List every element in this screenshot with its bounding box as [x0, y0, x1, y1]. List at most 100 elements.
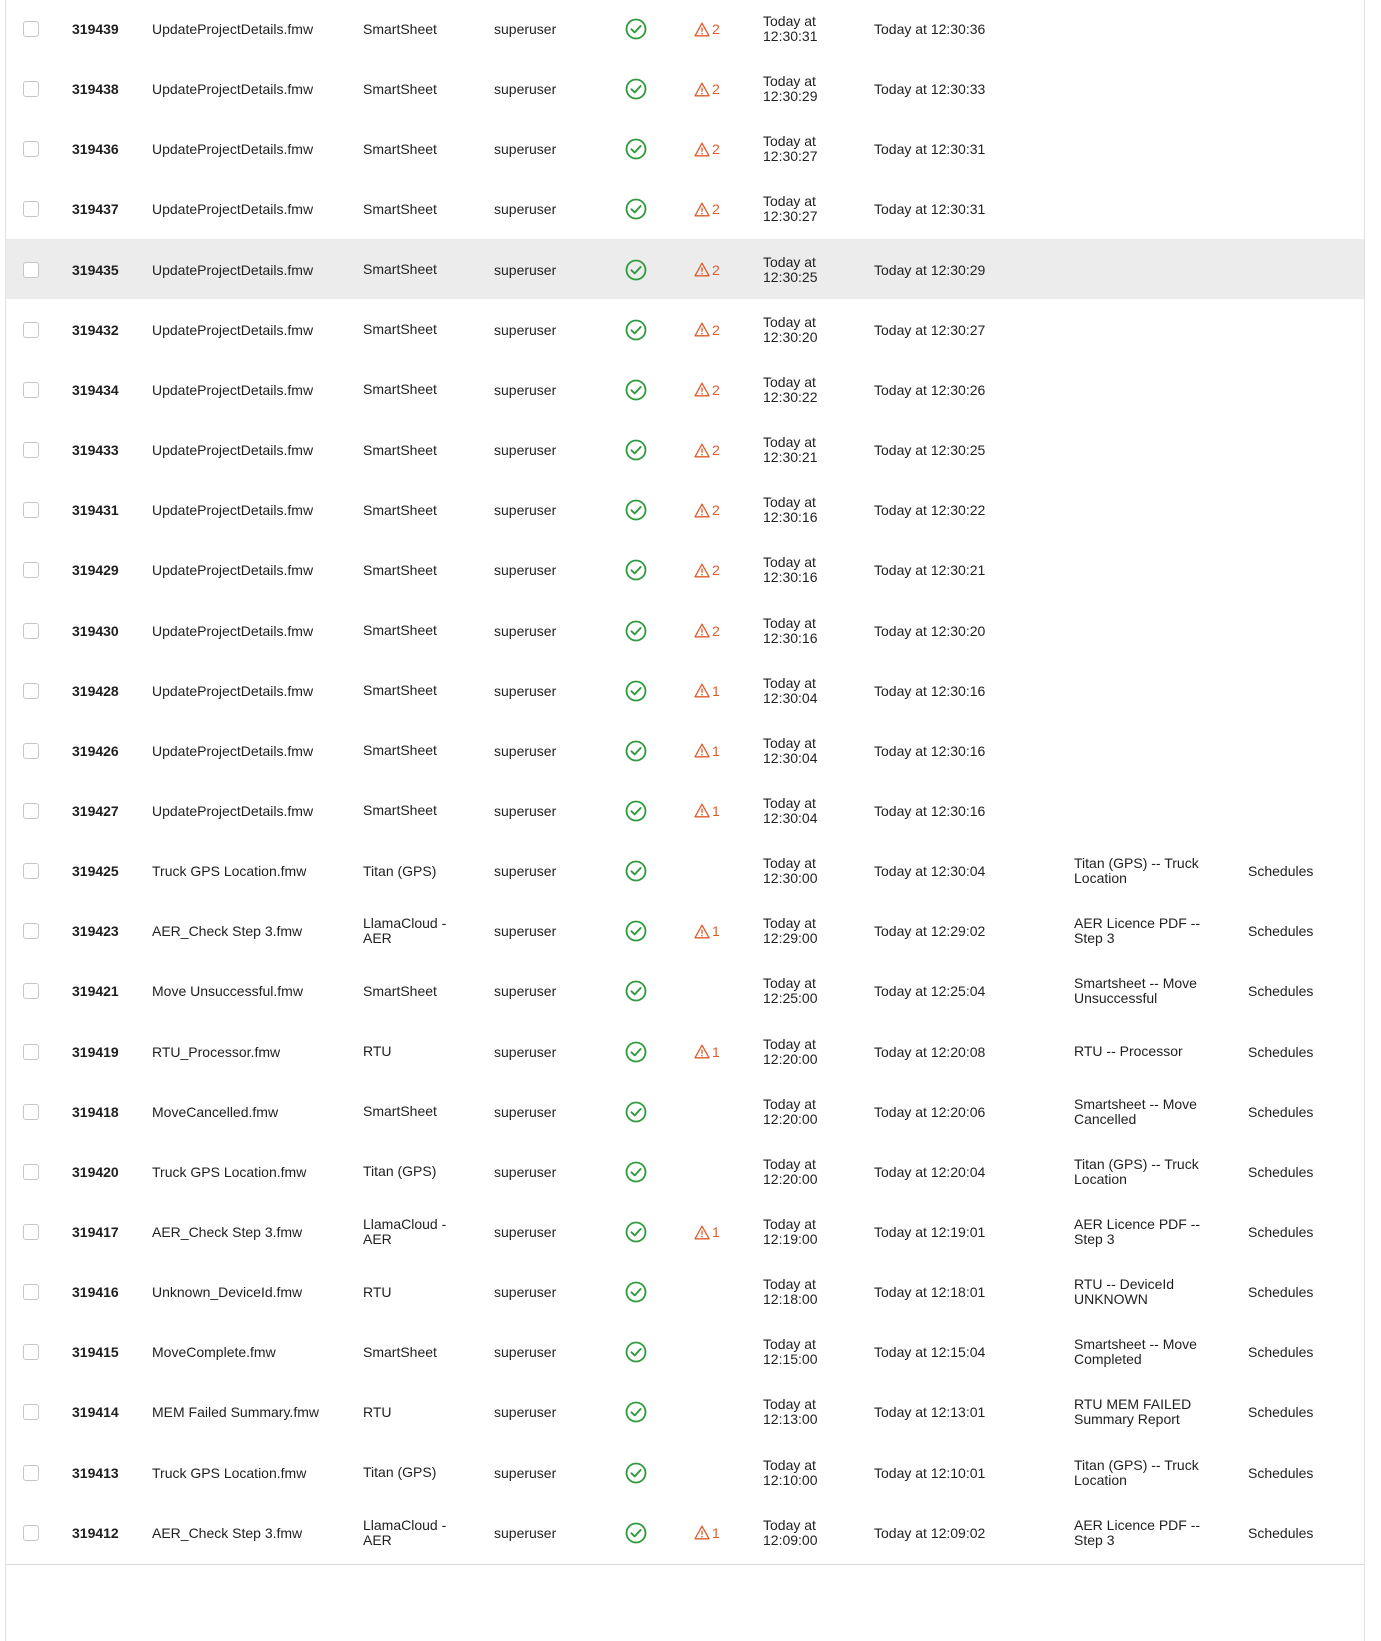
table-row[interactable]: 319437 UpdateProjectDetails.fmw SmartSheet…: [6, 178, 1364, 242]
source-name[interactable]: Titan (GPS) -- Truck Location: [1074, 1156, 1199, 1187]
job-id[interactable]: 319429: [72, 539, 142, 601]
workspace-name[interactable]: Truck GPS Location.fmw: [152, 1442, 352, 1504]
job-id[interactable]: 319438: [72, 58, 142, 120]
row-checkbox[interactable]: [23, 1163, 39, 1180]
job-id[interactable]: 319423: [72, 900, 142, 962]
table-row[interactable]: 319432 UpdateProjectDetails.fmw SmartSheet…: [6, 298, 1364, 362]
table-row[interactable]: 319417 AER_Check Step 3.fmw LlamaCloud - AE…: [6, 1201, 1364, 1264]
job-id[interactable]: 319414: [72, 1381, 142, 1443]
row-checkbox[interactable]: [23, 1404, 39, 1421]
job-id[interactable]: 319412: [72, 1502, 142, 1564]
row-checkbox[interactable]: [23, 1103, 39, 1120]
job-id[interactable]: 319416: [72, 1261, 142, 1323]
job-id[interactable]: 319428: [72, 660, 142, 722]
job-id[interactable]: 319431: [72, 479, 142, 541]
row-checkbox[interactable]: [23, 742, 39, 759]
row-checkbox[interactable]: [23, 682, 39, 699]
job-id[interactable]: 319427: [72, 780, 142, 842]
workspace-name[interactable]: UpdateProjectDetails.fmw: [152, 660, 352, 722]
workspace-name[interactable]: UpdateProjectDetails.fmw: [152, 600, 352, 662]
workspace-name[interactable]: Truck GPS Location.fmw: [152, 1141, 352, 1203]
workspace-name[interactable]: UpdateProjectDetails.fmw: [152, 58, 352, 120]
row-checkbox[interactable]: [23, 81, 39, 98]
table-row[interactable]: 319420 Truck GPS Location.fmw Titan (GPS) s…: [6, 1140, 1364, 1204]
row-checkbox[interactable]: [23, 1224, 39, 1240]
workspace-name[interactable]: UpdateProjectDetails.fmw: [152, 419, 352, 481]
job-id[interactable]: 319425: [72, 840, 142, 902]
row-checkbox[interactable]: [23, 201, 39, 218]
table-row[interactable]: 319415 MoveComplete.fmw SmartSheet superuse…: [6, 1321, 1364, 1385]
table-row[interactable]: 319439 UpdateProjectDetails.fmw SmartSheet…: [6, 0, 1364, 61]
workspace-name[interactable]: UpdateProjectDetails.fmw: [152, 720, 352, 782]
table-row[interactable]: 319425 Truck GPS Location.fmw Titan (GPS) s…: [6, 840, 1364, 904]
row-checkbox[interactable]: [23, 1344, 39, 1361]
row-checkbox[interactable]: [23, 1524, 39, 1541]
workspace-name[interactable]: RTU_Processor.fmw: [152, 1021, 352, 1083]
row-checkbox[interactable]: [23, 261, 39, 278]
table-row[interactable]: 319421 Move Unsuccessful.fmw SmartSheet sup…: [6, 960, 1364, 1024]
job-id[interactable]: 319419: [72, 1021, 142, 1083]
row-checkbox[interactable]: [23, 21, 39, 37]
source-name[interactable]: RTU MEM FAILED Summary Report: [1074, 1397, 1191, 1427]
row-checkbox[interactable]: [23, 1043, 39, 1060]
table-row[interactable]: 319436 UpdateProjectDetails.fmw SmartSheet…: [6, 118, 1364, 182]
workspace-name[interactable]: MoveCancelled.fmw: [152, 1081, 352, 1143]
job-id[interactable]: 319421: [72, 960, 142, 1022]
job-id[interactable]: 319426: [72, 720, 142, 782]
source-name[interactable]: AER Licence PDF -- Step 3: [1074, 1217, 1200, 1247]
source-name[interactable]: Smartsheet -- Move Cancelled: [1074, 1096, 1197, 1127]
table-row[interactable]: 319419 RTU_Processor.fmw RTU superuser 1 Toda…: [6, 1020, 1364, 1084]
job-id[interactable]: 319432: [72, 299, 142, 361]
workspace-name[interactable]: UpdateProjectDetails.fmw: [152, 239, 352, 301]
row-checkbox[interactable]: [23, 562, 39, 579]
row-checkbox[interactable]: [23, 502, 39, 519]
job-id[interactable]: 319435: [72, 239, 142, 301]
source-name[interactable]: AER Licence PDF -- Step 3: [1074, 916, 1200, 946]
workspace-name[interactable]: Move Unsuccessful.fmw: [152, 960, 352, 1022]
row-checkbox[interactable]: [23, 381, 39, 398]
workspace-name[interactable]: UpdateProjectDetails.fmw: [152, 0, 352, 60]
table-row[interactable]: 319431 UpdateProjectDetails.fmw SmartSheet…: [6, 479, 1364, 543]
workspace-name[interactable]: AER_Check Step 3.fmw: [152, 1201, 352, 1263]
source-name[interactable]: RTU -- Processor: [1074, 1044, 1183, 1059]
job-id[interactable]: 319420: [72, 1141, 142, 1203]
row-checkbox[interactable]: [23, 983, 39, 1000]
workspace-name[interactable]: UpdateProjectDetails.fmw: [152, 359, 352, 421]
table-row[interactable]: 319427 UpdateProjectDetails.fmw SmartSheet…: [6, 779, 1364, 843]
table-row[interactable]: 319423 AER_Check Step 3.fmw LlamaCloud - AE…: [6, 900, 1364, 964]
workspace-name[interactable]: AER_Check Step 3.fmw: [152, 1502, 352, 1564]
source-name[interactable]: AER Licence PDF -- Step 3: [1074, 1517, 1200, 1548]
row-checkbox[interactable]: [23, 923, 39, 940]
workspace-name[interactable]: UpdateProjectDetails.fmw: [152, 539, 352, 601]
row-checkbox[interactable]: [23, 321, 39, 338]
table-row[interactable]: 319413 Truck GPS Location.fmw Titan (GPS) s…: [6, 1441, 1364, 1505]
job-id[interactable]: 319430: [72, 600, 142, 662]
table-row[interactable]: 319416 Unknown_DeviceId.fmw RTU superuser To…: [6, 1261, 1364, 1325]
job-id[interactable]: 319439: [72, 0, 142, 60]
row-checkbox[interactable]: [23, 802, 39, 819]
workspace-name[interactable]: UpdateProjectDetails.fmw: [152, 780, 352, 842]
table-row[interactable]: 319438 UpdateProjectDetails.fmw SmartSheet…: [6, 58, 1364, 122]
row-checkbox[interactable]: [23, 141, 39, 158]
table-row[interactable]: 319433 UpdateProjectDetails.fmw SmartSheet…: [6, 419, 1364, 483]
table-row[interactable]: 319414 MEM Failed Summary.fmw RTU superuser…: [6, 1381, 1364, 1445]
source-name[interactable]: RTU -- DeviceId UNKNOWN: [1074, 1277, 1174, 1307]
table-row[interactable]: 319434 UpdateProjectDetails.fmw SmartSheet…: [6, 358, 1364, 422]
source-name[interactable]: Smartsheet -- Move Completed: [1074, 1337, 1197, 1367]
workspace-name[interactable]: UpdateProjectDetails.fmw: [152, 178, 352, 240]
table-row[interactable]: 319412 AER_Check Step 3.fmw LlamaCloud - AE…: [6, 1501, 1364, 1565]
job-id[interactable]: 319415: [72, 1321, 142, 1383]
workspace-name[interactable]: Truck GPS Location.fmw: [152, 840, 352, 902]
workspace-name[interactable]: MEM Failed Summary.fmw: [152, 1381, 352, 1443]
table-row[interactable]: 319426 UpdateProjectDetails.fmw SmartSheet…: [6, 719, 1364, 783]
job-id[interactable]: 319413: [72, 1442, 142, 1504]
row-checkbox[interactable]: [23, 863, 39, 880]
workspace-name[interactable]: UpdateProjectDetails.fmw: [152, 479, 352, 541]
job-id[interactable]: 319436: [72, 118, 142, 180]
job-id[interactable]: 319417: [72, 1201, 142, 1263]
job-id[interactable]: 319433: [72, 419, 142, 481]
row-checkbox[interactable]: [23, 442, 39, 459]
workspace-name[interactable]: AER_Check Step 3.fmw: [152, 900, 352, 962]
source-name[interactable]: Titan (GPS) -- Truck Location: [1074, 1457, 1199, 1488]
table-row[interactable]: 319435 UpdateProjectDetails.fmw SmartSheet…: [6, 238, 1364, 302]
